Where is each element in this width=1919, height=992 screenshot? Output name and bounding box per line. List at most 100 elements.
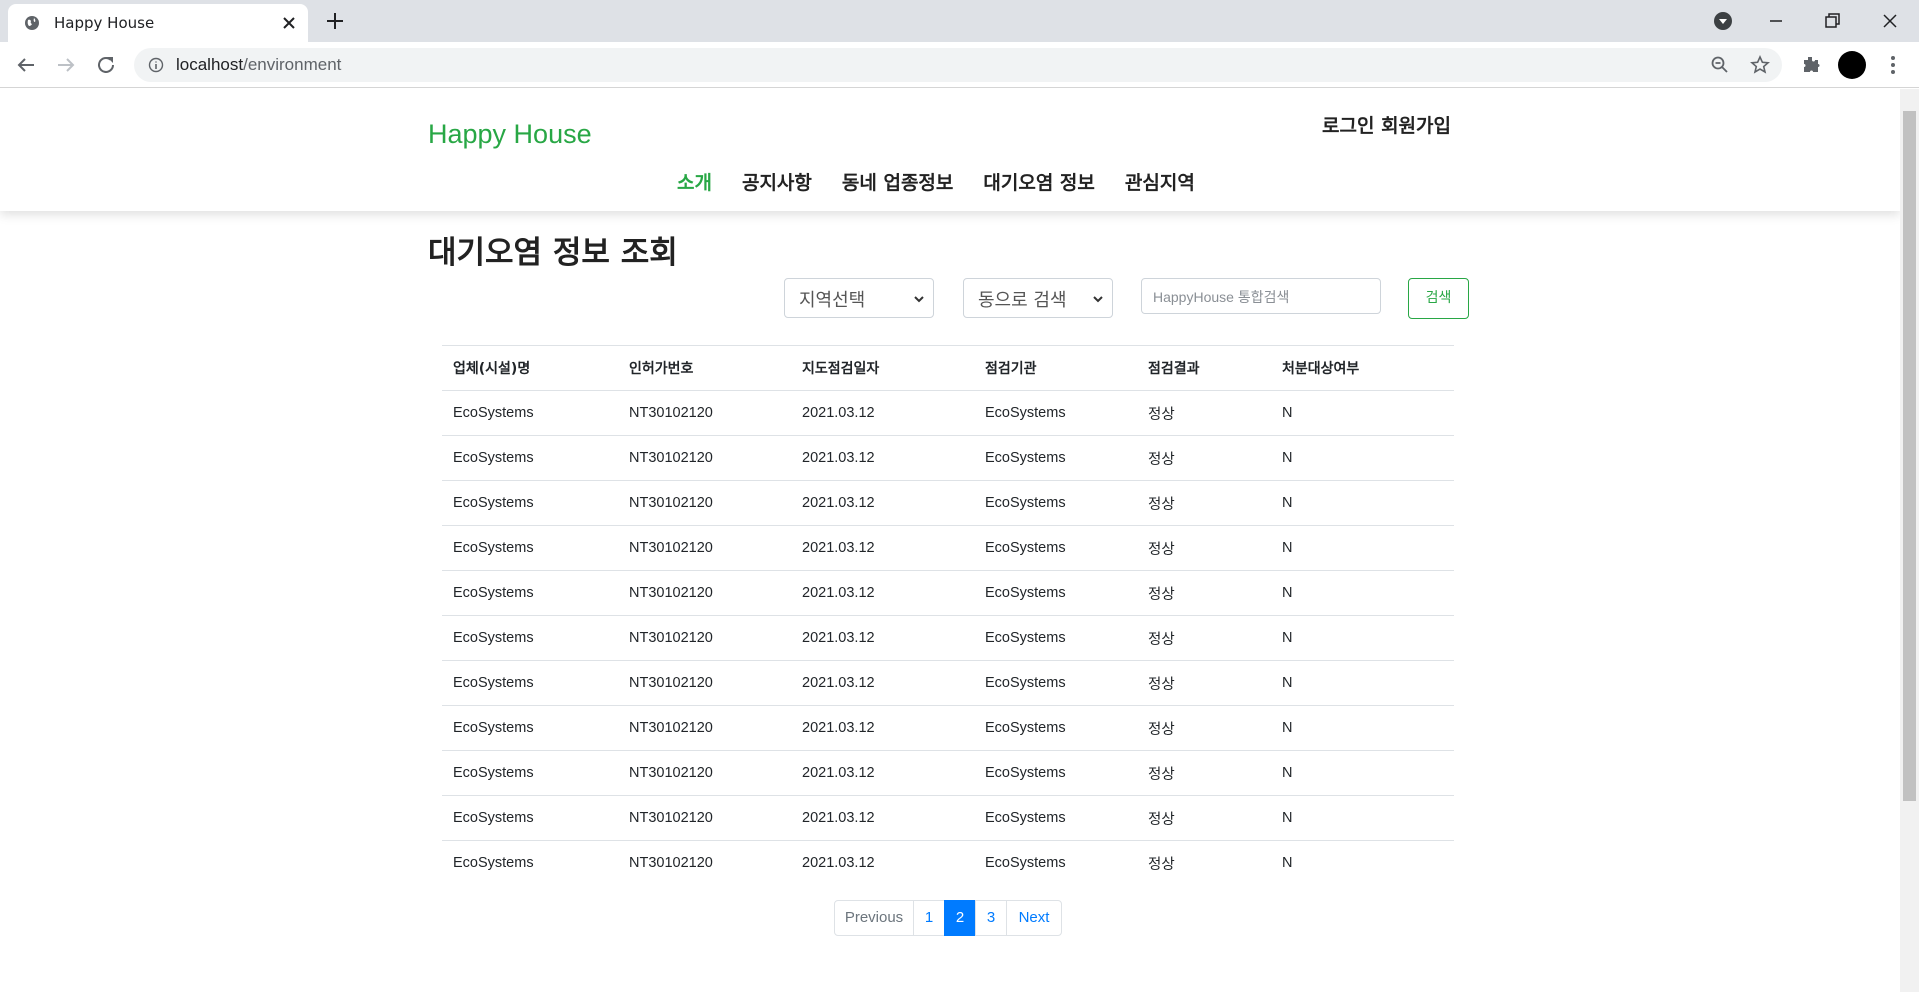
table-cell: 정상 [1137,750,1271,796]
pagination-page-2[interactable]: 2 [944,900,976,936]
table-cell: 2021.03.12 [791,480,974,526]
info-icon[interactable] [148,57,164,73]
scrollbar[interactable] [1900,89,1919,992]
table-cell: N [1271,615,1454,661]
column-header: 업체(시설)명 [442,345,618,391]
table-cell: 2021.03.12 [791,570,974,616]
table-cell: 2021.03.12 [791,705,974,751]
column-header: 처분대상여부 [1271,345,1454,391]
chevron-down-icon [1093,296,1103,303]
pagination-page-3[interactable]: 3 [975,900,1007,936]
table-cell: EcoSystems [442,615,618,661]
reload-icon[interactable] [94,53,118,77]
table-cell: 정상 [1137,840,1271,886]
table-cell: 2021.03.12 [802,405,875,421]
table-cell: EcoSystems [974,525,1137,571]
forward-arrow-icon[interactable] [54,53,78,77]
table-cell: NT30102120 [618,840,791,886]
search-button[interactable]: 검색 [1408,278,1469,319]
table-cell: 2021.03.12 [791,750,974,796]
scrollbar-thumb[interactable] [1903,111,1916,801]
globe-icon [25,16,39,30]
table-cell: 정상 [1137,480,1271,526]
table-cell: EcoSystems [442,525,618,571]
region-select[interactable]: 지역선택 [784,278,934,318]
pagination-page-1[interactable]: 1 [913,900,945,936]
nav-item-interest-area[interactable]: 관심지역 [1125,168,1195,195]
table-cell: 2021.03.12 [791,435,974,481]
table-row: EcoSystems NT30102120 2021.03.12 EcoSystems… [442,615,1454,661]
table-cell: 2021.03.12 [791,525,974,571]
table-row: EcoSystems NT30102120 2021.03.12 EcoSystems… [442,750,1454,796]
plus-icon[interactable] [324,10,346,32]
table-cell: EcoSystems [974,435,1137,481]
search-input[interactable]: HappyHouse 통합검색 [1141,278,1381,314]
table-cell: NT30102120 [618,795,791,841]
table-cell: NT30102120 [618,705,791,751]
close-icon[interactable] [280,14,298,32]
column-header: 인허가번호 [618,345,791,391]
table-body: EcoSystems NT30102120 2021.03.12 EcoSystems… [442,391,1454,886]
nav-item-notice[interactable]: 공지사항 [742,168,812,195]
dong-select-value: 동으로 검색 [978,290,1067,311]
pagination-previous[interactable]: Previous [834,900,914,936]
page-title: 대기오염 정보 조회 [428,235,678,271]
table-row: EcoSystems NT30102120 2021.03.12 EcoSystems… [442,525,1454,571]
brand-logo[interactable]: Happy House [428,119,592,150]
nav-item-air-pollution[interactable]: 대기오염 정보 [983,168,1095,195]
table-row: EcoSystems NT30102120 2021.03.12 EcoSystems… [442,391,1454,436]
url-omnibox[interactable]: localhost/environment [134,48,1782,82]
table-cell: N [1282,405,1293,421]
table-row: EcoSystems NT30102120 2021.03.12 EcoSystems… [442,435,1454,481]
minimize-icon[interactable] [1763,8,1789,34]
table-cell: 2021.03.12 [791,795,974,841]
table-cell: 정상 [1148,406,1175,423]
nav-item-intro[interactable]: 소개 [677,168,712,195]
table-cell: EcoSystems [442,795,618,841]
column-header: 점검결과 [1137,345,1271,391]
table-row: EcoSystems NT30102120 2021.03.12 EcoSystems… [442,795,1454,841]
avatar[interactable] [1838,51,1866,79]
table-cell: 2021.03.12 [791,615,974,661]
table-cell: 2021.03.12 [791,660,974,706]
table-cell: NT30102120 [618,750,791,796]
pollution-table: 업체(시설)명 인허가번호 지도점검일자 점검기관 점검결과 처분대상여부 Ec… [442,345,1454,886]
zoom-icon[interactable] [1710,55,1730,75]
browser-tab[interactable]: Happy House [8,4,308,42]
nav-item-business-info[interactable]: 동네 업종정보 [842,168,954,195]
dong-select[interactable]: 동으로 검색 [963,278,1113,318]
pagination: Previous 1 2 3 Next [834,900,1062,936]
table-cell: N [1271,480,1454,526]
window-close-icon[interactable] [1877,8,1903,34]
table-cell: N [1271,570,1454,616]
signup-link[interactable]: 회원가입 [1381,115,1451,137]
table-cell: EcoSystems [974,570,1137,616]
table-cell: EcoSystems [442,660,618,706]
table-row: EcoSystems NT30102120 2021.03.12 EcoSystems… [442,480,1454,526]
restore-icon[interactable] [1819,8,1845,34]
table-cell: EcoSystems [974,480,1137,526]
pagination-next[interactable]: Next [1006,900,1062,936]
table-cell: EcoSystems [974,660,1137,706]
table-cell: EcoSystems [985,405,1066,421]
menu-dots-icon[interactable] [1881,53,1905,77]
tab-title: Happy House [54,14,155,32]
table-cell: 정상 [1137,570,1271,616]
table-row: EcoSystems NT30102120 2021.03.12 EcoSystems… [442,660,1454,706]
login-link[interactable]: 로그인 [1322,115,1374,137]
table-cell: NT30102120 [618,435,791,481]
table-row: EcoSystems NT30102120 2021.03.12 EcoSystems… [442,840,1454,886]
extensions-icon[interactable] [1799,53,1823,77]
auth-links: 로그인 회원가입 [1322,111,1451,138]
table-cell: N [1271,525,1454,571]
star-icon[interactable] [1750,55,1770,75]
table-cell: N [1271,705,1454,751]
back-arrow-icon[interactable] [14,53,38,77]
table-cell: 2021.03.12 [791,840,974,886]
url-text[interactable]: localhost/environment [176,55,341,75]
table-cell: N [1271,435,1454,481]
profile-dropdown-icon[interactable] [1710,8,1736,34]
column-header: 점검기관 [974,345,1137,391]
table-cell: NT30102120 [629,405,713,421]
table-cell: EcoSystems [974,750,1137,796]
